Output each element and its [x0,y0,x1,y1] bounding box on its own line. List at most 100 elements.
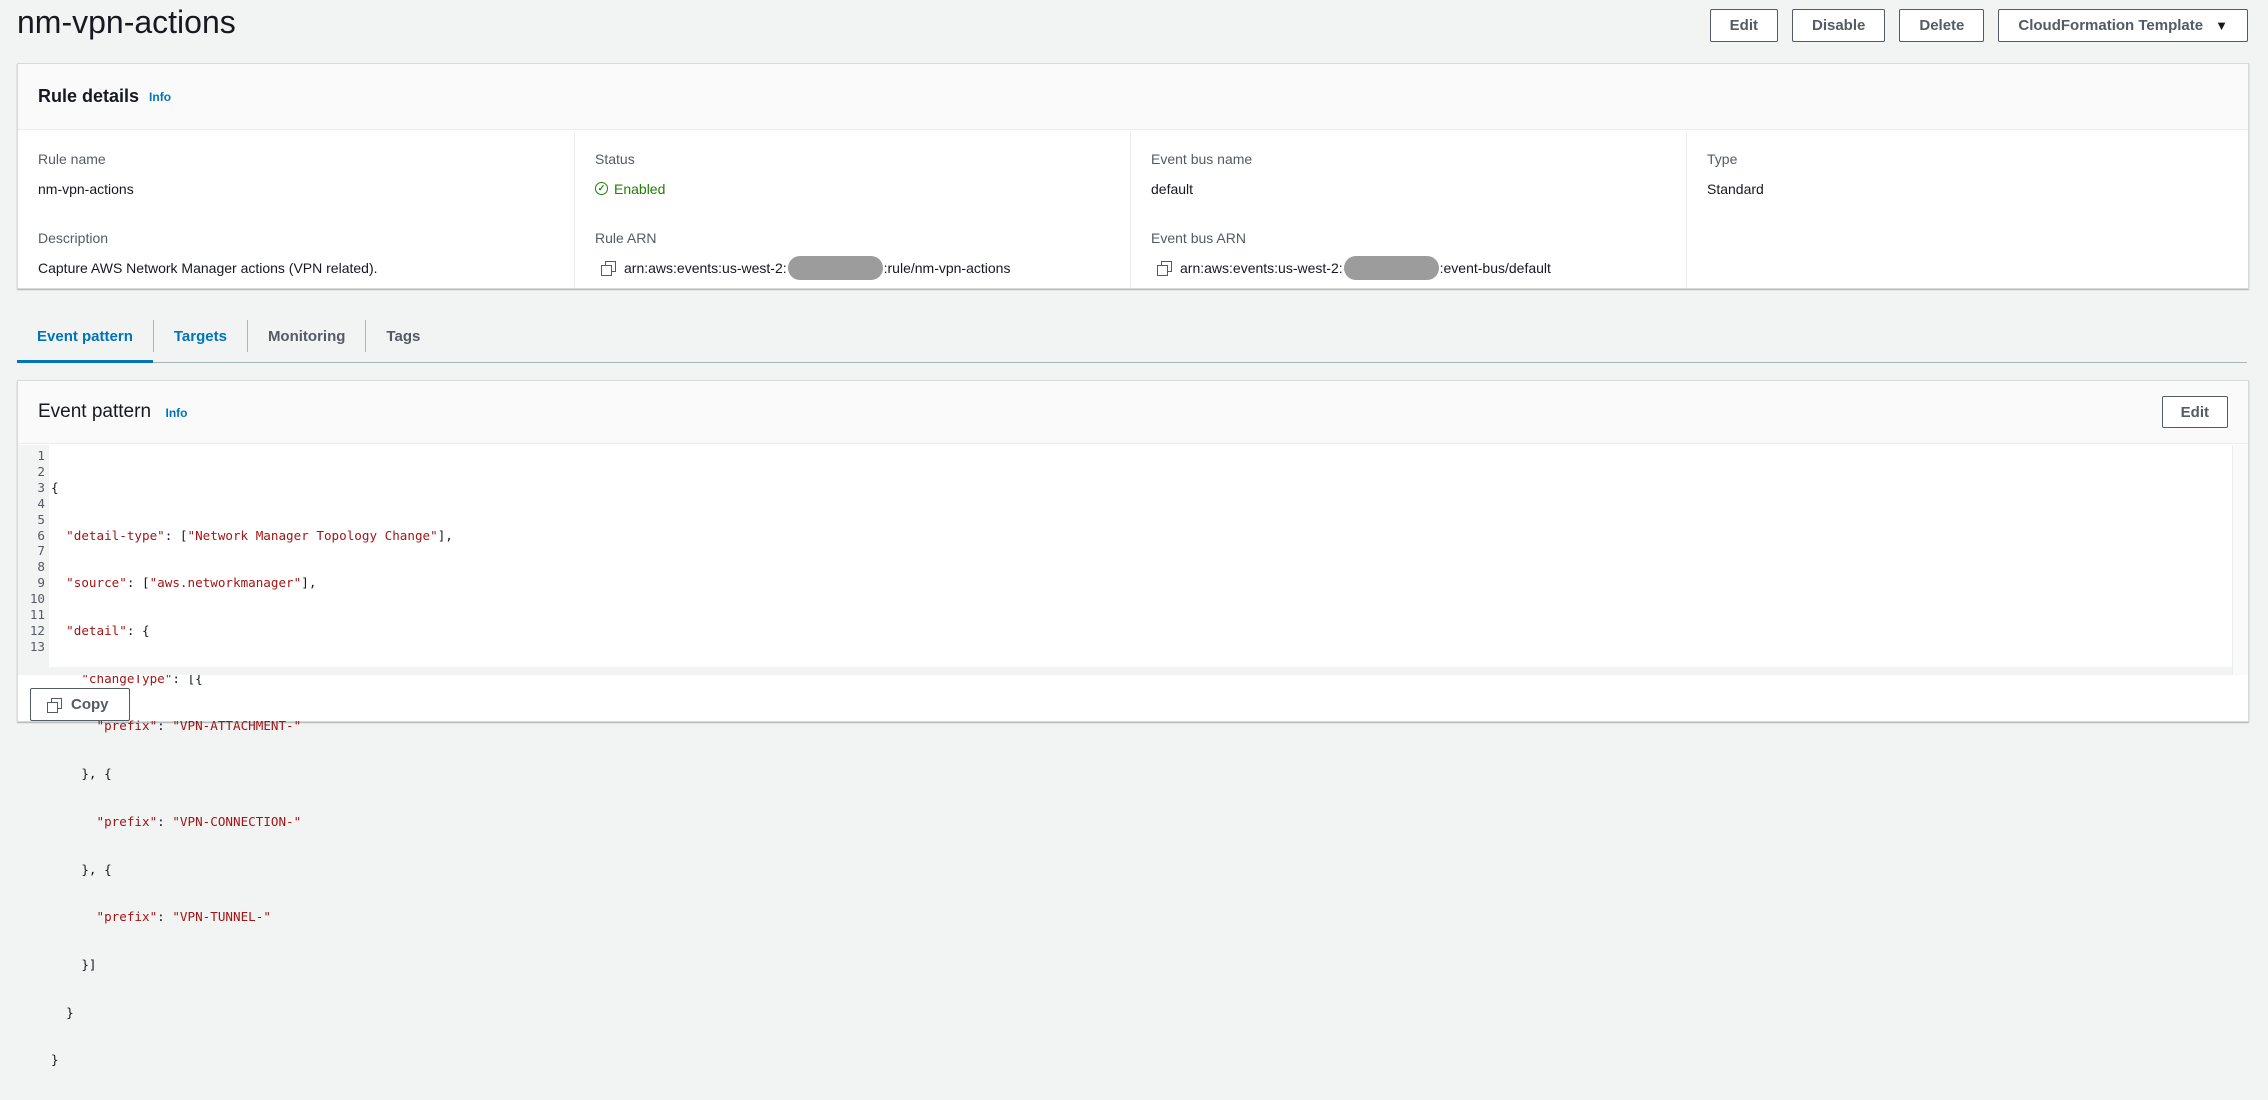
event-bus-name-label: Event bus name [1151,151,1253,167]
code-token: : [ [126,575,150,591]
line-number: 10 [29,591,45,607]
status-label: Status [595,151,635,167]
edit-pattern-button[interactable]: Edit [2161,396,2228,428]
code-string: "VPN-CONNECTION-" [172,813,302,829]
code-token: } [51,1004,74,1020]
event-pattern-header: Event pattern Info Edit [18,381,2248,444]
event-pattern-info-link[interactable]: Info [165,406,187,420]
description-value: Capture AWS Network Manager actions (VPN… [38,259,378,276]
event-pattern-panel: Event pattern Info Edit 1 2 3 4 5 6 7 8 … [17,380,2249,1067]
event-bus-arn-label: Event bus ARN [1151,230,1246,246]
code-string: "VPN-ATTACHMENT-" [172,718,302,734]
line-number: 2 [37,463,45,479]
rule-details-column-2: Status ✓ Enabled Rule ARN arn:aws:events… [574,131,1130,288]
code-key: "prefix" [51,909,158,925]
rule-details-column-1: Rule name nm-vpn-actions Description Cap… [18,131,574,288]
code-token: : [157,909,173,925]
code-token: : [157,718,173,734]
line-number: 7 [37,543,45,559]
code-line: "prefix": "VPN-CONNECTION-" [51,814,453,830]
rule-details-info-link[interactable]: Info [149,90,171,104]
code-key: "source" [51,575,127,591]
code-key: "detail" [51,622,127,638]
code-line: "detail-type": ["Network Manager Topolog… [51,528,453,544]
line-number: 12 [29,622,45,638]
rule-arn-suffix: :rule/nm-vpn-actions [883,259,1011,276]
edit-rule-button[interactable]: Edit [1709,9,1778,42]
tab-event-pattern[interactable]: Event pattern [17,310,153,363]
code-token: ], [301,575,317,591]
code-line: { [51,480,453,496]
line-number: 4 [37,495,45,511]
code-token: }, { [51,766,112,782]
code-token: } [51,1052,59,1068]
status-value: ✓ Enabled [595,179,1110,198]
copy-event-bus-arn-icon[interactable] [1157,260,1172,276]
rule-details-panel: Rule details Info Rule name nm-vpn-actio… [17,63,2249,289]
rule-arn-prefix: arn:aws:events:us-west-2: [624,259,787,276]
code-token: }] [51,957,97,972]
line-number: 5 [37,511,45,527]
line-number: 6 [37,527,45,543]
copy-label: Copy [71,696,109,713]
code-line: "detail": { [51,623,453,639]
code-line: }, { [51,766,453,782]
disable-rule-button[interactable]: Disable [1792,9,1886,42]
copy-pattern-button[interactable]: Copy [30,688,130,721]
horizontal-scrollbar[interactable] [49,667,2233,675]
code-string: "Network Manager Topology Change" [187,527,438,543]
tab-targets[interactable]: Targets [154,310,247,362]
event-bus-arn-prefix: arn:aws:events:us-west-2: [1180,259,1343,276]
code-string: "VPN-TUNNEL-" [172,909,271,925]
code-line: }, { [51,862,453,878]
event-pattern-title: Event pattern [38,401,152,422]
rule-arn-value: arn:aws:events:us-west-2: :rule/nm-vpn-a… [595,255,1110,280]
cloudformation-template-label: CloudFormation Template [2018,17,2204,34]
line-number: 9 [37,575,45,591]
code-token: : { [126,622,150,638]
code-token: }, { [51,861,112,877]
check-circle-icon: ✓ [595,182,608,195]
code-line: } [51,1005,453,1021]
line-number: 11 [29,607,45,623]
rule-details-column-3: Event bus name default Event bus ARN arn… [1130,131,1686,288]
caret-down-icon: ▼ [2215,18,2228,33]
line-number: 13 [29,638,45,654]
rule-name-value: nm-vpn-actions [38,180,134,197]
event-bus-arn-suffix: :event-bus/default [1439,259,1551,276]
type-label: Type [1707,151,1738,167]
tab-monitoring[interactable]: Monitoring [248,310,365,362]
redacted-account-id [787,255,883,280]
code-token: : [157,813,173,829]
code-line: }] [51,957,453,973]
line-number-gutter: 1 2 3 4 5 6 7 8 9 10 11 12 13 [18,445,49,675]
line-number: 8 [37,559,45,575]
delete-rule-button[interactable]: Delete [1899,9,1985,42]
line-number: 3 [37,479,45,495]
copy-icon [47,697,62,713]
code-lines: { "detail-type": ["Network Manager Topol… [51,448,453,1100]
code-editor[interactable]: 1 2 3 4 5 6 7 8 9 10 11 12 13 { "detail-… [18,445,2248,1067]
rule-name-label: Rule name [38,151,106,167]
code-line: "prefix": "VPN-TUNNEL-" [51,909,453,925]
code-key: "detail-type" [51,527,165,543]
rule-arn-label: Rule ARN [595,230,657,246]
description-label: Description [38,230,109,246]
redacted-account-id [1343,255,1439,280]
code-line: } [51,1052,453,1068]
tab-tags[interactable]: Tags [366,310,440,362]
code-string: "aws.networkmanager" [149,575,302,591]
copy-rule-arn-icon[interactable] [601,260,616,276]
header-actions: Edit Disable Delete CloudFormation Templ… [1709,9,2248,42]
event-bus-arn-value: arn:aws:events:us-west-2: :event-bus/def… [1151,255,1666,280]
type-value: Standard [1707,180,1764,197]
rule-tabs: Event pattern Targets Monitoring Tags [17,310,2247,363]
rule-details-header: Rule details Info [18,64,2248,130]
page-title: nm-vpn-actions [17,4,236,40]
rule-details-column-4: Type Standard [1686,131,2248,288]
line-number: 1 [37,448,45,463]
rule-details-title: Rule details [38,86,140,106]
code-line: "source": ["aws.networkmanager"], [51,575,453,591]
cloudformation-template-dropdown[interactable]: CloudFormation Template ▼ [1998,9,2248,42]
vertical-scrollbar[interactable] [2232,445,2248,675]
